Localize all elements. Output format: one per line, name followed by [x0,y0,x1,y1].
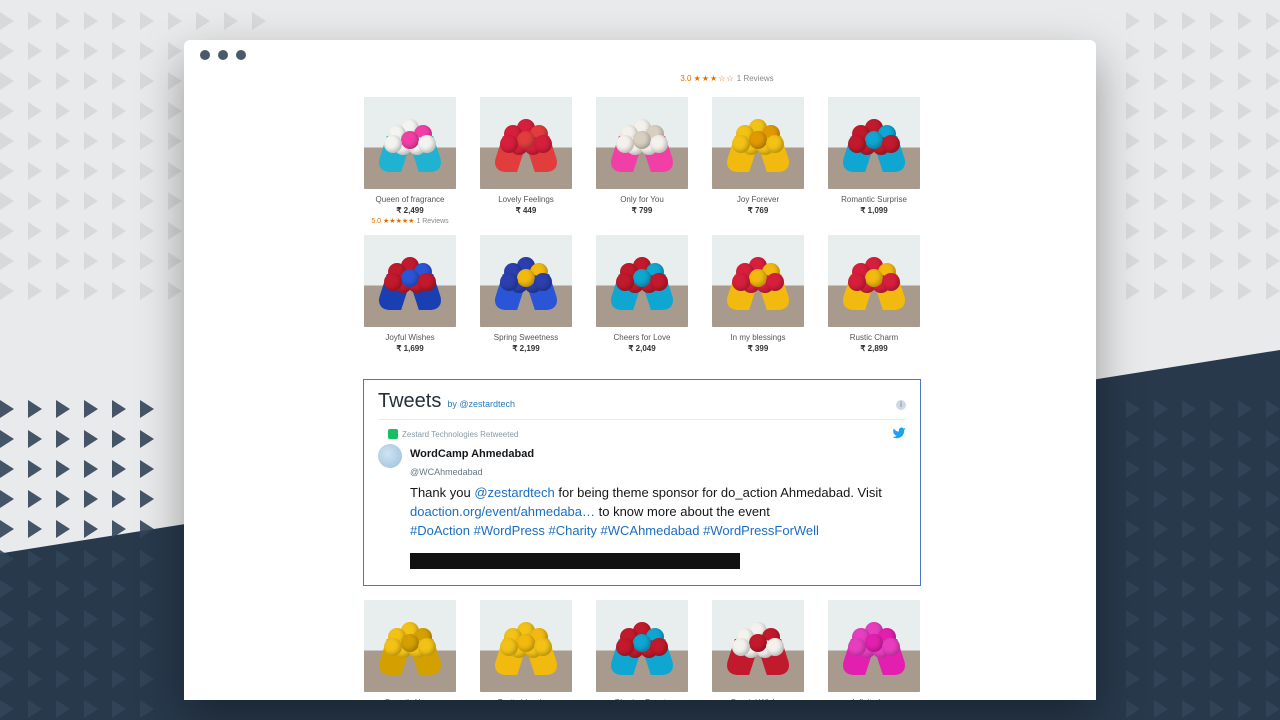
product-card[interactable]: Cheers for Love ₹ 2,049 [596,235,688,353]
window-control-zoom[interactable] [236,50,246,60]
product-image[interactable] [712,97,804,189]
product-image[interactable] [828,235,920,327]
product-price: ₹ 1,099 [828,206,920,215]
product-card[interactable]: Joy Forever ₹ 769 [712,97,804,225]
product-price: ₹ 769 [712,206,804,215]
product-card[interactable]: Only for You ₹ 799 [596,97,688,225]
tweets-title: Tweets [378,390,441,413]
product-name: Lovely Feelings [480,195,572,204]
product-image[interactable] [596,97,688,189]
window-control-minimize[interactable] [218,50,228,60]
window-control-close[interactable] [200,50,210,60]
product-row-1: Queen of fragrance ₹ 2,499 5.0 ★★★★★ 1 Rev… [362,97,922,225]
product-price: ₹ 2,899 [828,344,920,353]
retweet-indicator: Zestard Technologies Retweeted [388,426,906,442]
product-image[interactable] [364,235,456,327]
product-card[interactable]: Romantic Surprise ₹ 1,099 [828,97,920,225]
tweets-widget: Tweets by @zestardtech i Zestard Technol… [363,379,921,586]
tweet-text-part: Thank you [410,485,474,500]
product-image[interactable] [480,600,572,692]
product-card[interactable]: Lovely Feelings ₹ 449 [480,97,572,225]
product-name: Sweetly Yours [364,698,456,700]
product-image[interactable] [828,97,920,189]
product-image[interactable] [712,600,804,692]
rating-stars: ★★★☆☆ [694,74,735,83]
retweet-icon [388,429,398,439]
tweet-text-part: to know more about the event [595,504,770,519]
product-name: Joy Forever [712,195,804,204]
product-row-3: Sweetly Yours Pretty blessings Glowing Bea… [362,600,922,700]
tweet-link[interactable]: doaction.org/event/ahmedaba… [410,504,595,519]
product-card[interactable]: Infinite Love [828,600,920,700]
product-price: ₹ 399 [712,344,804,353]
product-image[interactable] [480,235,572,327]
product-card[interactable]: Pretty blessings [480,600,572,700]
product-name: Glowing Beauty [596,698,688,700]
avatar[interactable] [378,444,402,468]
product-card[interactable]: Special Wishes [712,600,804,700]
product-price: ₹ 2,499 [364,206,456,215]
product-card[interactable]: In my blessings ₹ 399 [712,235,804,353]
retweet-label: Zestard Technologies Retweeted [402,430,518,439]
product-name: Special Wishes [712,698,804,700]
tweets-header: Tweets by @zestardtech i [378,390,906,420]
tweet-mention[interactable]: @zestardtech [474,485,554,500]
tweet-author-handle[interactable]: @WCAhmedabad [410,467,483,477]
browser-titlebar [184,40,1096,70]
product-card[interactable]: Glowing Beauty [596,600,688,700]
rating-score: 5.0 [371,218,381,225]
product-card[interactable]: Rustic Charm ₹ 2,899 [828,235,920,353]
product-image[interactable] [364,600,456,692]
tweet-text: Thank you @zestardtech for being theme s… [410,484,906,541]
rating-count: 1 Reviews [737,74,774,83]
product-price: ₹ 1,699 [364,344,456,353]
tweet-media-preview[interactable] [410,553,740,569]
tweets-byline[interactable]: by @zestardtech [447,399,515,409]
section-rating: 3.0 ★★★☆☆ 1 Reviews [532,74,922,83]
rating-score: 3.0 [680,74,691,83]
product-name: Only for You [596,195,688,204]
tweet-author-name[interactable]: WordCamp Ahmedabad [410,448,534,460]
product-image[interactable] [596,600,688,692]
twitter-icon[interactable] [892,426,906,442]
product-price: ₹ 2,199 [480,344,572,353]
product-card[interactable]: Sweetly Yours [364,600,456,700]
rating-count: 1 Reviews [416,218,448,225]
product-name: In my blessings [712,333,804,342]
product-image[interactable] [712,235,804,327]
product-price: ₹ 799 [596,206,688,215]
product-price: ₹ 2,049 [596,344,688,353]
product-image[interactable] [596,235,688,327]
storefront-page: 3.0 ★★★☆☆ 1 Reviews Queen of fragrance ₹ … [362,70,922,700]
product-card[interactable]: Spring Sweetness ₹ 2,199 [480,235,572,353]
product-rating: 5.0 ★★★★★ 1 Reviews [364,217,456,225]
info-icon[interactable]: i [896,400,906,410]
product-name: Pretty blessings [480,698,572,700]
product-row-2: Joyful Wishes ₹ 1,699 Spring Sweetness ₹ 2,… [362,235,922,353]
product-name: Romantic Surprise [828,195,920,204]
tweet[interactable]: WordCamp Ahmedabad @WCAhmedabad Thank yo… [378,444,906,541]
product-name: Spring Sweetness [480,333,572,342]
product-image[interactable] [828,600,920,692]
product-image[interactable] [480,97,572,189]
rating-stars: ★★★★★ [383,218,414,225]
product-name: Infinite Love [828,698,920,700]
tweet-body: WordCamp Ahmedabad @WCAhmedabad Thank yo… [410,444,906,541]
tweet-text-part: for being theme sponsor for do_action Ah… [555,485,882,500]
product-name: Rustic Charm [828,333,920,342]
browser-viewport: 3.0 ★★★☆☆ 1 Reviews Queen of fragrance ₹ … [184,70,1096,700]
product-price: ₹ 449 [480,206,572,215]
product-image[interactable] [364,97,456,189]
tweet-hashtags[interactable]: #DoAction #WordPress #Charity #WCAhmedab… [410,523,819,538]
product-name: Queen of fragrance [364,195,456,204]
product-card[interactable]: Queen of fragrance ₹ 2,499 5.0 ★★★★★ 1 Rev… [364,97,456,225]
product-card[interactable]: Joyful Wishes ₹ 1,699 [364,235,456,353]
product-name: Cheers for Love [596,333,688,342]
product-name: Joyful Wishes [364,333,456,342]
browser-window: 3.0 ★★★☆☆ 1 Reviews Queen of fragrance ₹ … [184,40,1096,700]
